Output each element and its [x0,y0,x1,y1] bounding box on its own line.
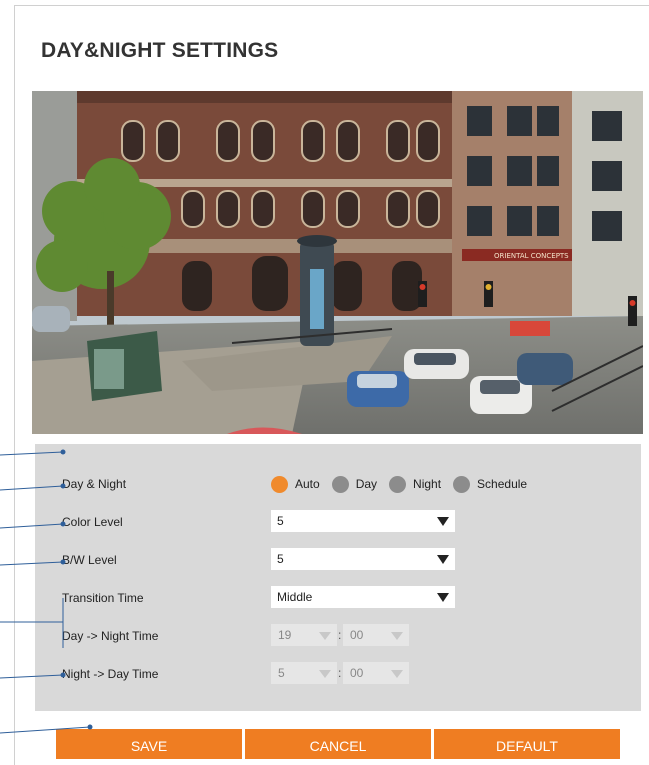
callout-lines [0,449,93,734]
